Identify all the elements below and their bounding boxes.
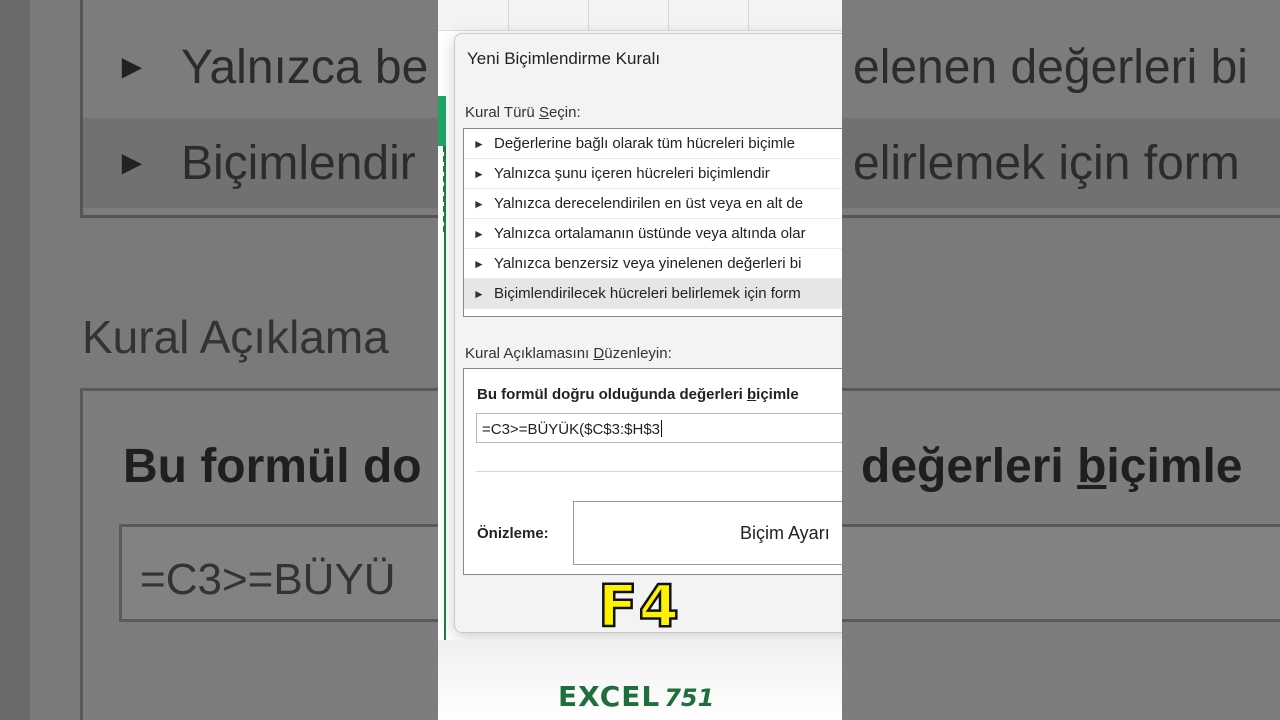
preview-box: Biçim Ayarı <box>573 501 842 565</box>
arrow-icon: ► <box>115 143 149 182</box>
rule-type-list[interactable]: ► Değerlerine bağlı olarak tüm hücreleri … <box>463 128 842 317</box>
background-section-title: Kural Açıklama <box>82 311 389 363</box>
formula-label: Bu formül doğru olduğunda değerleri biçi… <box>477 386 799 403</box>
rule-type-label: Yalnızca derecelendirilen en üst veya en… <box>494 195 804 212</box>
brand-name: EXCEL <box>558 680 661 713</box>
select-rule-type-label: Kural Türü Seçin: <box>465 104 581 121</box>
background-rule-text-right: elirlemek için form <box>853 136 1240 190</box>
new-formatting-rule-dialog: Yeni Biçimlendirme Kuralı Kural Türü Seç… <box>454 33 842 633</box>
background-strip <box>0 0 30 720</box>
background-rule-text-right: elenen değerleri bi <box>853 40 1248 94</box>
arrow-icon: ► <box>473 286 485 301</box>
divider <box>476 471 842 472</box>
selected-cell-indicator <box>438 96 446 146</box>
spreadsheet-grid <box>438 0 842 31</box>
rule-type-item[interactable]: ► Değerlerine bağlı olarak tüm hücreleri … <box>464 129 842 159</box>
background-rule-text: Biçimlendir <box>181 136 416 190</box>
rule-type-label: Değerlerine bağlı olarak tüm hücreleri b… <box>494 135 795 152</box>
arrow-icon: ► <box>473 256 485 271</box>
rule-type-label: Yalnızca ortalamanın üstünde veya altınd… <box>494 225 806 242</box>
text-caret <box>661 420 663 437</box>
rule-type-item[interactable]: ► Yalnızca ortalamanın üstünde veya altın… <box>464 219 842 249</box>
arrow-icon: ► <box>115 47 149 86</box>
background-rule-text: Yalnızca be <box>181 40 429 94</box>
brand-number: 751 <box>664 684 715 712</box>
arrow-icon: ► <box>473 136 485 151</box>
rule-type-item-selected[interactable]: ► Biçimlendirilecek hücreleri belirlemek … <box>464 279 842 309</box>
arrow-icon: ► <box>473 166 485 181</box>
rule-description-box: Bu formül doğru olduğunda değerleri biçi… <box>463 368 842 575</box>
arrow-icon: ► <box>473 196 485 211</box>
video-frame: Yeni Biçimlendirme Kuralı Kural Türü Seç… <box>438 0 842 720</box>
background-formula-label-right: değerleri biçimle <box>861 440 1243 493</box>
edit-description-label: Kural Açıklamasını Düzenleyin: <box>465 345 672 362</box>
formula-input[interactable]: =C3>=BÜYÜK($C$3:$H$3 <box>476 413 842 443</box>
rule-type-label: Yalnızca şunu içeren hücreleri biçimlend… <box>494 165 770 182</box>
arrow-icon: ► <box>473 226 485 241</box>
copy-marquee <box>443 146 449 232</box>
preview-label: Önizleme: <box>477 525 549 542</box>
rule-type-item[interactable]: ► Yalnızca benzersiz veya yinelenen değer… <box>464 249 842 279</box>
format-button[interactable]: Biçim Ayarı <box>740 523 830 544</box>
dialog-title: Yeni Biçimlendirme Kuralı <box>467 49 661 68</box>
rule-type-label: Yalnızca benzersiz veya yinelenen değerl… <box>494 255 802 272</box>
brand-logo: EXCEL 751 <box>558 680 714 713</box>
key-hint-overlay: F4 <box>597 571 680 642</box>
rule-type-item[interactable]: ► Yalnızca şunu içeren hücreleri biçimlen… <box>464 159 842 189</box>
background-formula-label: Bu formül do <box>123 440 422 493</box>
rule-type-item[interactable]: ► Yalnızca derecelendirilen en üst veya e… <box>464 189 842 219</box>
rule-type-label: Biçimlendirilecek hücreleri belirlemek i… <box>494 285 801 302</box>
